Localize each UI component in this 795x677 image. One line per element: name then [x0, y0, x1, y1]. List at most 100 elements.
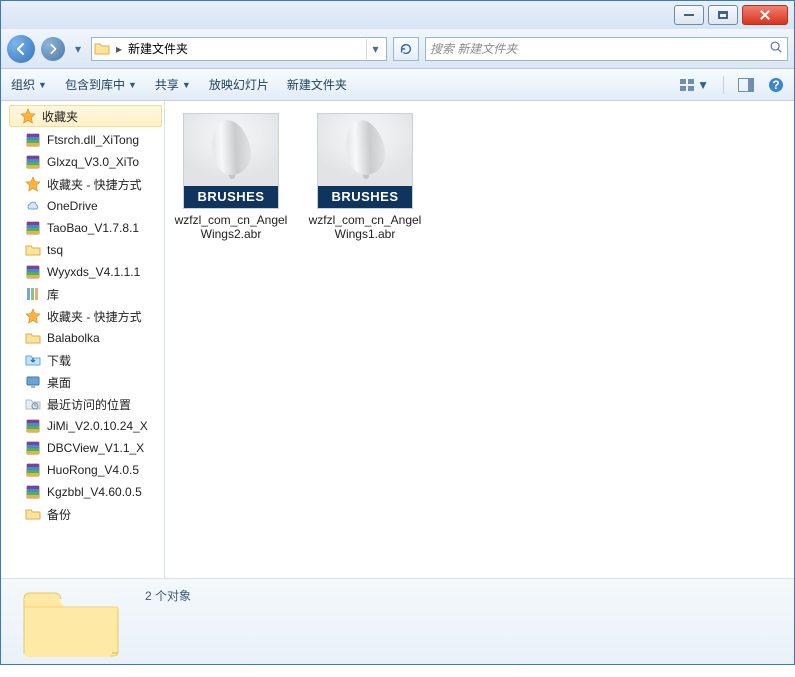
organize-menu[interactable]: 组织 ▼ [11, 76, 47, 93]
sidebar-item[interactable]: 下载 [1, 349, 164, 371]
rar-icon [25, 484, 41, 500]
slideshow-button[interactable]: 放映幻灯片 [209, 76, 269, 93]
file-item[interactable]: BRUSHES wzfzl_com_cn_AngelWings1.abr [307, 113, 423, 241]
forward-button[interactable] [41, 37, 65, 61]
rar-icon [25, 440, 41, 456]
sidebar-item[interactable]: TaoBao_V1.7.8.1 [1, 217, 164, 239]
sidebar-item[interactable]: tsq [1, 239, 164, 261]
star-icon [25, 176, 41, 192]
sidebar-item[interactable]: Wyyxds_V4.1.1.1 [1, 261, 164, 283]
file-name: wzfzl_com_cn_AngelWings2.abr [173, 213, 289, 241]
rar-icon [25, 462, 41, 478]
sidebar-item[interactable]: Ftsrch.dll_XiTong [1, 129, 164, 151]
sidebar-item-label: 桌面 [47, 374, 71, 391]
onedrive-icon [25, 198, 41, 214]
command-bar: 组织 ▼ 包含到库中 ▼ 共享 ▼ 放映幻灯片 新建文件夹 ▼ ? [1, 69, 794, 101]
view-options-button[interactable]: ▼ [679, 78, 709, 92]
rar-icon [25, 418, 41, 434]
sidebar-item[interactable]: Kgzbbl_V4.60.0.5 [1, 481, 164, 503]
share-menu[interactable]: 共享 ▼ [155, 76, 191, 93]
nav-row: ▾ ▸ 新建文件夹 ▾ [1, 29, 794, 69]
nav-pane[interactable]: 收藏夹 Ftsrch.dll_XiTong Glxzq_V3.0_XiTo 收藏夹 -… [1, 101, 165, 578]
star-icon [25, 308, 41, 324]
lib-icon [25, 286, 41, 302]
new-folder-label: 新建文件夹 [287, 76, 347, 93]
preview-pane-button[interactable] [738, 78, 754, 92]
sidebar-item[interactable]: 桌面 [1, 371, 164, 393]
download-icon [25, 352, 41, 368]
include-library-label: 包含到库中 [65, 76, 125, 93]
sidebar-item-label: 库 [47, 286, 59, 303]
sidebar-item[interactable]: 备份 [1, 503, 164, 525]
sidebar-item-label: 最近访问的位置 [47, 396, 131, 413]
separator [723, 76, 724, 94]
chevron-down-icon: ▼ [38, 80, 47, 90]
share-label: 共享 [155, 76, 179, 93]
favorites-label: 收藏夹 [42, 108, 78, 125]
close-button[interactable] [742, 5, 788, 25]
sidebar-item-label: 备份 [47, 506, 71, 523]
sidebar-item-label: 收藏夹 - 快捷方式 [47, 176, 142, 193]
sidebar-item-label: HuoRong_V4.0.5 [47, 463, 139, 477]
sidebar-item-label: Glxzq_V3.0_XiTo [47, 155, 139, 169]
sidebar-item-label: 收藏夹 - 快捷方式 [47, 308, 142, 325]
sidebar-item-label: Ftsrch.dll_XiTong [47, 133, 139, 147]
sidebar-item-label: TaoBao_V1.7.8.1 [47, 221, 139, 235]
brushes-badge: BRUSHES [318, 186, 412, 208]
recent-icon [25, 396, 41, 412]
sidebar-item[interactable]: DBCView_V1.1_X [1, 437, 164, 459]
sidebar-item[interactable]: 库 [1, 283, 164, 305]
items-view[interactable]: BRUSHESwzfzl_com_cn_AngelWings2.abrBRUSH… [165, 101, 794, 578]
organize-label: 组织 [11, 76, 35, 93]
folder-icon [25, 242, 41, 258]
search-box[interactable] [425, 37, 788, 61]
file-name: wzfzl_com_cn_AngelWings1.abr [307, 213, 423, 241]
minimize-button[interactable] [674, 5, 704, 25]
folder-icon [25, 330, 41, 346]
help-button[interactable]: ? [768, 77, 784, 93]
rar-icon [25, 132, 41, 148]
search-input[interactable] [430, 42, 765, 56]
brush-icon [184, 114, 278, 186]
sidebar-item[interactable]: Glxzq_V3.0_XiTo [1, 151, 164, 173]
rar-icon [25, 220, 41, 236]
chevron-down-icon: ▼ [128, 80, 137, 90]
brush-icon [318, 114, 412, 186]
include-library-menu[interactable]: 包含到库中 ▼ [65, 76, 137, 93]
sidebar-item[interactable]: Balabolka [1, 327, 164, 349]
address-bar[interactable]: ▸ 新建文件夹 ▾ [91, 37, 387, 61]
sidebar-item[interactable]: 最近访问的位置 [1, 393, 164, 415]
new-folder-button[interactable]: 新建文件夹 [287, 76, 347, 93]
explorer-window: ▾ ▸ 新建文件夹 ▾ 组织 ▼ 包含到库中 ▼ 共享 ▼ 放映幻灯片 新建文件… [0, 0, 795, 665]
sidebar-item[interactable]: JiMi_V2.0.10.24_X [1, 415, 164, 437]
svg-text:?: ? [772, 78, 779, 92]
favorites-header[interactable]: 收藏夹 [9, 105, 162, 127]
sidebar-item-label: DBCView_V1.1_X [47, 441, 144, 455]
brushes-badge: BRUSHES [184, 186, 278, 208]
sidebar-item-label: 下载 [47, 352, 71, 369]
item-count-text: 2 个对象 [145, 587, 191, 604]
body: 收藏夹 Ftsrch.dll_XiTong Glxzq_V3.0_XiTo 收藏夹 -… [1, 101, 794, 578]
sidebar-item[interactable]: 收藏夹 - 快捷方式 [1, 173, 164, 195]
breadcrumb-current[interactable]: 新建文件夹 [128, 40, 188, 57]
folder-icon [94, 41, 110, 57]
sidebar-item-label: Wyyxds_V4.1.1.1 [47, 265, 140, 279]
sidebar-item-label: JiMi_V2.0.10.24_X [47, 419, 148, 433]
history-dropdown[interactable]: ▾ [71, 42, 85, 56]
sidebar-item[interactable]: 收藏夹 - 快捷方式 [1, 305, 164, 327]
search-icon[interactable] [769, 40, 783, 57]
file-thumbnail: BRUSHES [317, 113, 413, 209]
titlebar[interactable] [1, 1, 794, 29]
rar-icon [25, 264, 41, 280]
folder-icon [25, 506, 41, 522]
star-icon [20, 108, 36, 124]
file-item[interactable]: BRUSHES wzfzl_com_cn_AngelWings2.abr [173, 113, 289, 241]
refresh-button[interactable] [393, 37, 419, 61]
slideshow-label: 放映幻灯片 [209, 76, 269, 93]
maximize-button[interactable] [708, 5, 738, 25]
sidebar-item[interactable]: HuoRong_V4.0.5 [1, 459, 164, 481]
sidebar-item-label: Kgzbbl_V4.60.0.5 [47, 485, 142, 499]
address-dropdown[interactable]: ▾ [366, 39, 384, 59]
sidebar-item[interactable]: OneDrive [1, 195, 164, 217]
back-button[interactable] [7, 35, 35, 63]
